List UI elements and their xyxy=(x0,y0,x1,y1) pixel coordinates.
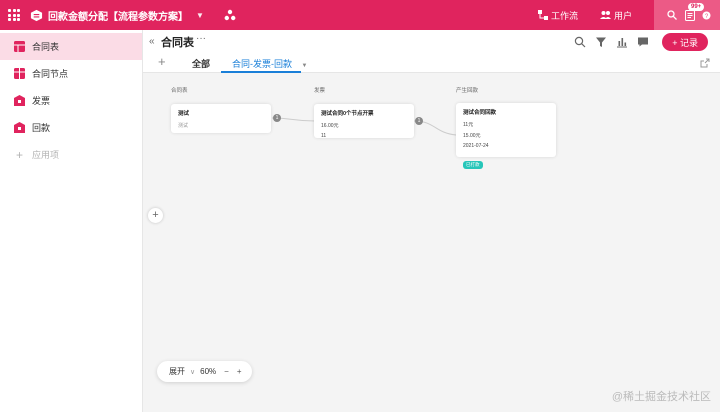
record-card[interactable]: 测试合同回款 11元 15.00元 2021-07-24 已打款 xyxy=(456,103,556,169)
hierarchy-canvas[interactable]: 合同表 发票 产生回款 测试 测试 1 测试合同0个节点开票 16.00元 11… xyxy=(143,73,720,412)
more-options-icon[interactable]: ··· xyxy=(196,33,206,44)
grid-table-icon xyxy=(14,68,25,79)
zoom-out-button[interactable]: − xyxy=(224,367,229,376)
filter-icon[interactable] xyxy=(595,36,607,48)
card-field: 16.00元 xyxy=(321,123,339,129)
tab-contract-invoice-payment[interactable]: 合同-发票-回款 ▼ xyxy=(232,57,307,70)
collapse-sidebar-icon[interactable]: « xyxy=(149,36,155,47)
zoom-in-button[interactable]: + xyxy=(237,367,242,376)
sidebar-item-label: 合同表 xyxy=(32,42,60,52)
app-logo-icon xyxy=(30,9,43,21)
open-external-icon[interactable] xyxy=(700,58,710,68)
column-label-payment: 产生回款 xyxy=(456,88,479,94)
view-header: « 合同表 ··· + 记录 + 全部 合同-发票-回款 ▼ xyxy=(143,30,720,73)
top-bar: 回款金额分配【流程参数方案】 ▼ 工作流 用户 99+ ? xyxy=(0,0,720,30)
nav-users[interactable]: 用户 xyxy=(599,9,632,22)
comment-icon[interactable] xyxy=(637,36,649,48)
chevron-down-icon[interactable]: ∨ xyxy=(190,368,195,376)
hierarchy-icon[interactable] xyxy=(224,9,236,21)
sidebar-item-payment[interactable]: 回款 xyxy=(0,114,142,141)
notification-icon[interactable] xyxy=(685,9,695,21)
card-title: 测试合同0个节点开票 xyxy=(321,111,374,117)
nav-workflow[interactable]: 工作流 xyxy=(537,9,578,22)
card-title: 测试 xyxy=(178,111,190,117)
sidebar-item-invoice[interactable]: 发票 xyxy=(0,87,142,114)
sidebar-item-label: 合同节点 xyxy=(32,69,69,79)
nav-users-label: 用户 xyxy=(613,10,632,21)
card-field: 测试 xyxy=(178,123,189,129)
chart-icon[interactable] xyxy=(616,36,628,48)
workflow-icon xyxy=(537,10,548,20)
page-title: 合同表 xyxy=(161,37,194,49)
sidebar: 合同表 合同节点 发票 回款 + 应用项 xyxy=(0,30,143,412)
zoom-level: 60% xyxy=(200,367,217,376)
expand-toggle[interactable]: 展开 xyxy=(169,366,185,377)
chevron-down-icon[interactable]: ▼ xyxy=(302,63,308,69)
tab-label: 合同-发票-回款 xyxy=(232,59,292,69)
connector-count[interactable]: 1 xyxy=(415,117,423,125)
watermark: @稀土掘金技术社区 xyxy=(611,391,711,403)
box-icon xyxy=(14,95,25,106)
sidebar-item-contract-table[interactable]: 合同表 xyxy=(0,33,142,60)
view-toolbar: + 记录 xyxy=(574,33,708,51)
card-field: 11元 xyxy=(463,122,474,128)
connector-count[interactable]: 1 xyxy=(273,114,281,122)
add-app-item-label: 应用项 xyxy=(32,150,60,160)
table-icon xyxy=(14,41,25,52)
column-label-contract: 合同表 xyxy=(171,88,188,94)
record-card[interactable]: 测试 测试 xyxy=(171,104,271,133)
sidebar-item-label: 回款 xyxy=(32,123,51,133)
add-app-item-button[interactable]: + 应用项 xyxy=(0,141,142,168)
box-icon xyxy=(14,122,25,133)
app-grid-icon[interactable] xyxy=(8,9,20,21)
add-view-button[interactable]: + xyxy=(158,54,166,69)
app-title[interactable]: 回款金额分配【流程参数方案】 xyxy=(48,8,188,23)
chevron-down-icon[interactable]: ▼ xyxy=(196,11,204,20)
plus-icon: + xyxy=(15,147,23,162)
add-record-button[interactable]: + 记录 xyxy=(662,33,708,51)
nav-workflow-label: 工作流 xyxy=(550,10,578,21)
tab-all[interactable]: 全部 xyxy=(192,57,210,70)
record-card[interactable]: 测试合同0个节点开票 16.00元 11 xyxy=(314,104,414,139)
card-field: 11 xyxy=(321,133,327,139)
search-icon[interactable] xyxy=(667,10,677,20)
top-tools: 99+ ? xyxy=(654,0,720,30)
card-title: 测试合同回款 xyxy=(463,110,497,116)
users-icon xyxy=(599,11,611,19)
column-label-invoice: 发票 xyxy=(314,88,326,94)
card-field: 2021-07-24 xyxy=(463,143,489,149)
status-badge: 已打款 xyxy=(463,161,483,169)
sidebar-item-label: 发票 xyxy=(32,96,51,106)
add-node-button[interactable]: + xyxy=(148,208,163,223)
notification-badge: 99+ xyxy=(688,3,705,11)
help-icon[interactable]: ? xyxy=(702,11,711,20)
zoom-control: 展开 ∨ 60% − + xyxy=(157,361,252,382)
sidebar-item-contract-node[interactable]: 合同节点 xyxy=(0,60,142,87)
search-icon[interactable] xyxy=(574,36,586,48)
card-field: 15.00元 xyxy=(463,133,481,139)
